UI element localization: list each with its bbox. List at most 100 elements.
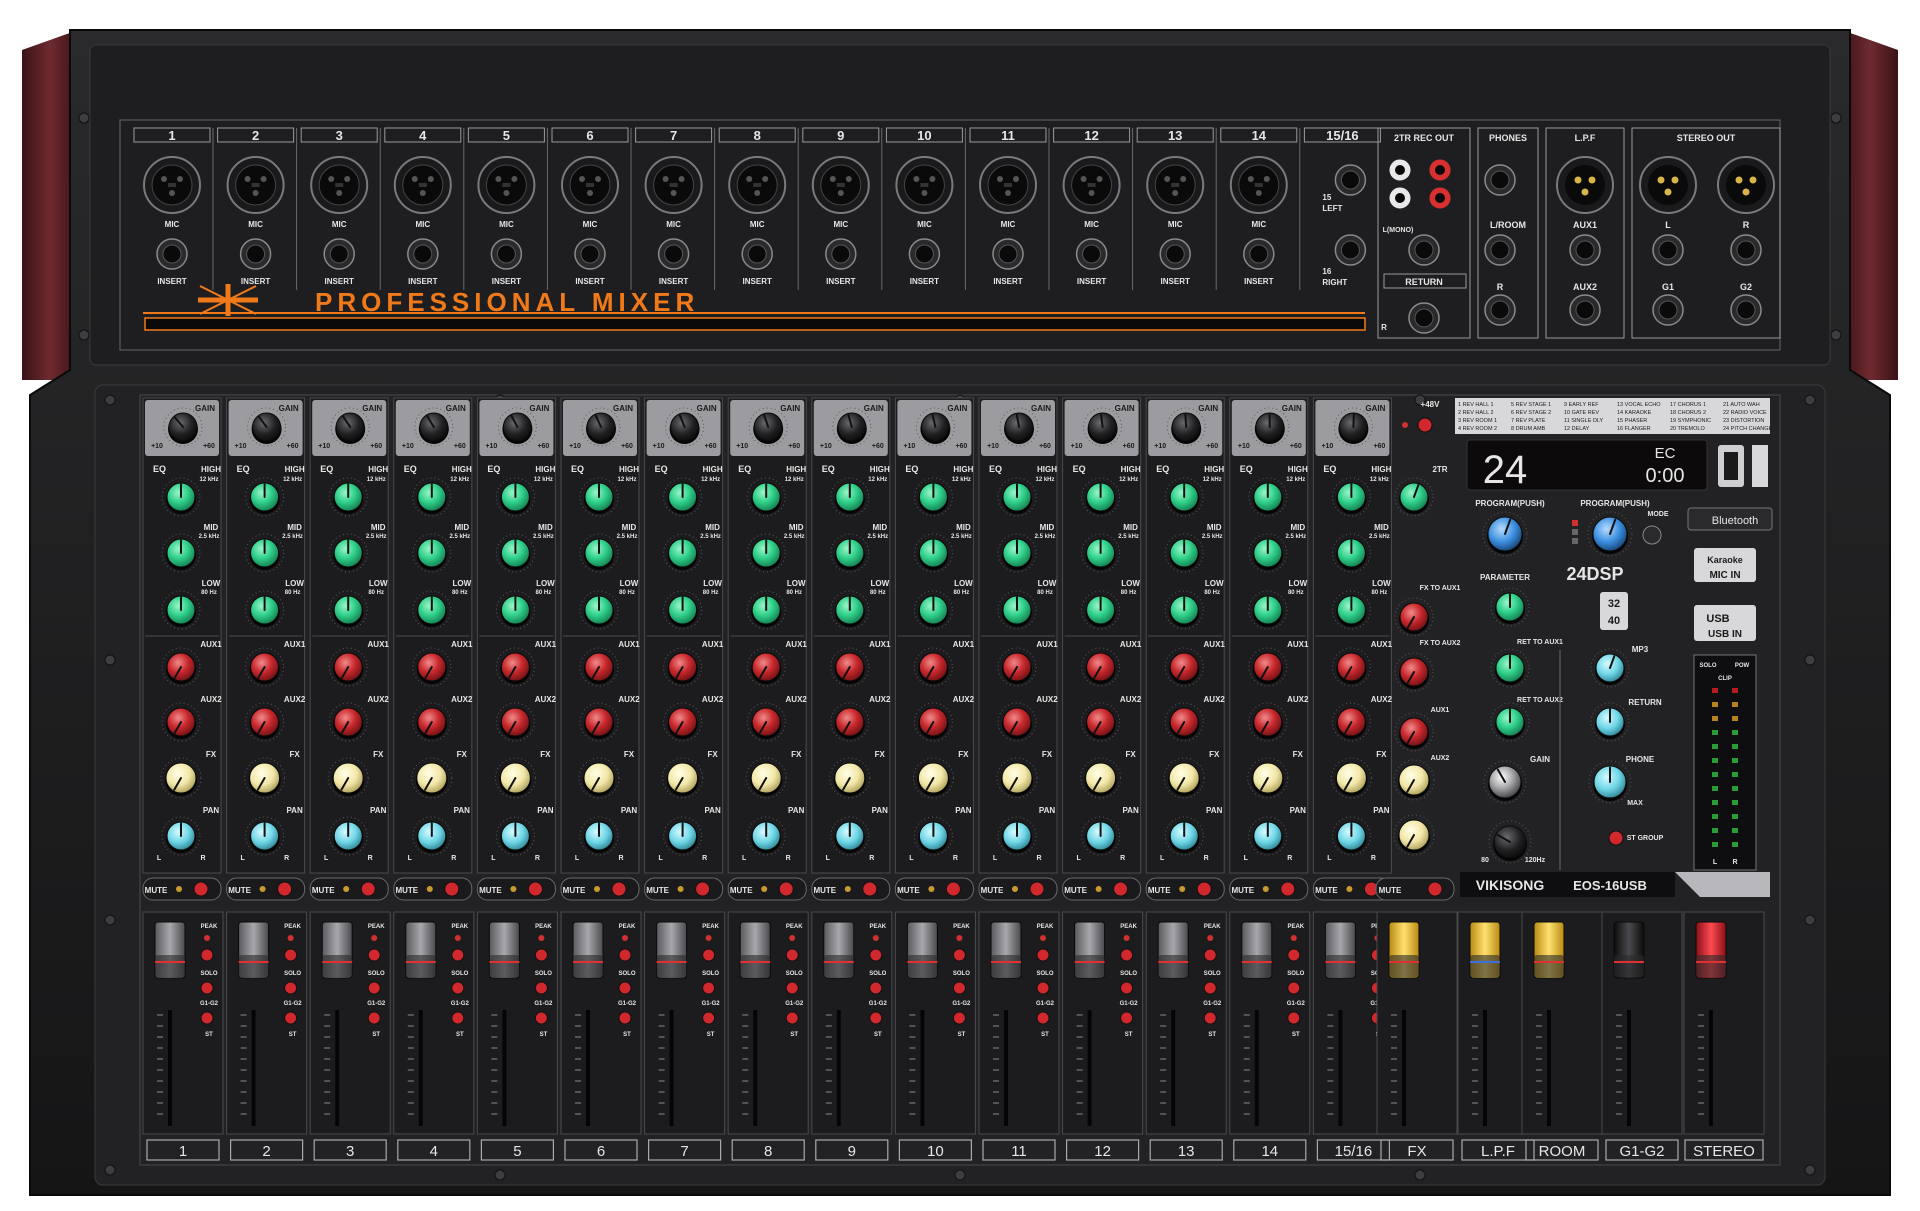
fader-cap[interactable] <box>1469 921 1501 979</box>
fx-mute-button[interactable] <box>1427 881 1443 897</box>
mic-combo-jack[interactable] <box>477 156 536 214</box>
mute-button[interactable] <box>277 881 293 897</box>
insert-jack[interactable] <box>407 238 439 270</box>
mode-button[interactable] <box>1642 525 1662 545</box>
mute-button[interactable] <box>1113 881 1129 897</box>
tape-in-right-rca[interactable] <box>1428 186 1452 210</box>
mic-combo-jack[interactable] <box>1146 156 1205 214</box>
room-right-jack[interactable] <box>1484 294 1516 326</box>
fader-cap[interactable] <box>405 921 437 979</box>
insert-jack[interactable] <box>323 238 355 270</box>
mic-combo-jack[interactable] <box>393 156 452 214</box>
mute-button[interactable] <box>1196 881 1212 897</box>
solo-button[interactable] <box>451 948 465 962</box>
fader-cap[interactable] <box>990 921 1022 979</box>
mute-button[interactable] <box>1029 881 1045 897</box>
solo-button[interactable] <box>1120 948 1134 962</box>
solo-button[interactable] <box>200 948 214 962</box>
st-button[interactable] <box>785 1011 799 1025</box>
st-button[interactable] <box>1036 1011 1050 1025</box>
main-right-jack[interactable] <box>1730 234 1762 266</box>
insert-jack[interactable] <box>908 238 941 270</box>
g1g2-button[interactable] <box>618 981 632 995</box>
fader-cap[interactable] <box>656 921 688 979</box>
fader-cap[interactable] <box>238 921 270 979</box>
g1g2-button[interactable] <box>1203 981 1217 995</box>
insert-jack[interactable] <box>490 238 523 270</box>
return-right-jack[interactable] <box>1408 302 1440 334</box>
mic-combo-jack[interactable] <box>895 156 954 214</box>
fader-cap[interactable] <box>1157 921 1189 979</box>
g1g2-button[interactable] <box>1287 981 1301 995</box>
st-button[interactable] <box>200 1011 214 1025</box>
mic-combo-jack[interactable] <box>1229 156 1288 214</box>
mic-combo-jack[interactable] <box>811 156 870 214</box>
insert-jack[interactable] <box>741 238 773 270</box>
fader-cap[interactable] <box>1695 921 1727 979</box>
solo-button[interactable] <box>869 948 883 962</box>
mute-button[interactable] <box>360 881 376 897</box>
st-button[interactable] <box>702 1011 716 1025</box>
fader-cap[interactable] <box>1074 921 1106 979</box>
fader-cap[interactable] <box>823 921 855 979</box>
mute-button[interactable] <box>527 881 543 897</box>
st-button[interactable] <box>1203 1011 1217 1025</box>
fader-cap[interactable] <box>488 921 520 979</box>
st-button[interactable] <box>367 1011 381 1025</box>
fader-cap[interactable] <box>1241 921 1273 979</box>
g1g2-button[interactable] <box>785 981 799 995</box>
insert-jack[interactable] <box>239 238 272 270</box>
st-button[interactable] <box>952 1011 966 1025</box>
fader-cap[interactable] <box>321 921 353 979</box>
g1g2-button[interactable] <box>451 981 465 995</box>
g1-jack[interactable] <box>1652 294 1684 326</box>
solo-button[interactable] <box>702 948 716 962</box>
solo-button[interactable] <box>1203 948 1217 962</box>
solo-button[interactable] <box>284 948 298 962</box>
g1g2-button[interactable] <box>200 981 214 995</box>
mic-combo-jack[interactable] <box>728 156 787 214</box>
fader-cap[interactable] <box>572 921 604 979</box>
st-button[interactable] <box>1120 1011 1134 1025</box>
insert-jack[interactable] <box>574 238 606 270</box>
g1g2-button[interactable] <box>284 981 298 995</box>
g1g2-button[interactable] <box>534 981 548 995</box>
solo-button[interactable] <box>785 948 799 962</box>
insert-jack[interactable] <box>992 238 1024 270</box>
g1g2-button[interactable] <box>1036 981 1050 995</box>
mute-button[interactable] <box>1280 881 1296 897</box>
fader-cap[interactable] <box>1533 921 1565 979</box>
insert-jack[interactable] <box>1159 238 1191 270</box>
fader-cap[interactable] <box>739 921 771 979</box>
g1g2-button[interactable] <box>869 981 883 995</box>
g1g2-button[interactable] <box>367 981 381 995</box>
return-left-jack[interactable] <box>1408 234 1440 266</box>
fader-cap[interactable] <box>1324 921 1356 979</box>
line-in-right-jack[interactable] <box>1334 234 1367 266</box>
rec-out-right-rca[interactable] <box>1428 158 1452 182</box>
room-left-jack[interactable] <box>1484 234 1516 266</box>
solo-button[interactable] <box>367 948 381 962</box>
mute-button[interactable] <box>945 881 961 897</box>
fader-cap[interactable] <box>1388 921 1420 979</box>
g2-jack[interactable] <box>1730 294 1762 326</box>
fader-cap[interactable] <box>154 921 186 979</box>
g1g2-button[interactable] <box>1120 981 1134 995</box>
mic-combo-jack[interactable] <box>1062 156 1121 214</box>
fader-cap[interactable] <box>1613 921 1645 979</box>
aux1-jack[interactable] <box>1569 234 1601 266</box>
solo-button[interactable] <box>1036 948 1050 962</box>
main-left-jack[interactable] <box>1652 234 1684 266</box>
mute-button[interactable] <box>695 881 711 897</box>
insert-jack[interactable] <box>825 238 857 270</box>
mute-button[interactable] <box>611 881 627 897</box>
aux2-jack[interactable] <box>1569 294 1601 326</box>
stereo-out-left-xlr[interactable] <box>1639 156 1697 214</box>
solo-button[interactable] <box>1287 948 1301 962</box>
tape-in-left-rca[interactable] <box>1388 186 1412 210</box>
stereo-out-right-xlr[interactable] <box>1717 156 1775 214</box>
insert-jack[interactable] <box>1075 238 1108 270</box>
mic-combo-jack[interactable] <box>143 156 201 214</box>
insert-jack[interactable] <box>657 238 690 270</box>
st-button[interactable] <box>284 1011 298 1025</box>
